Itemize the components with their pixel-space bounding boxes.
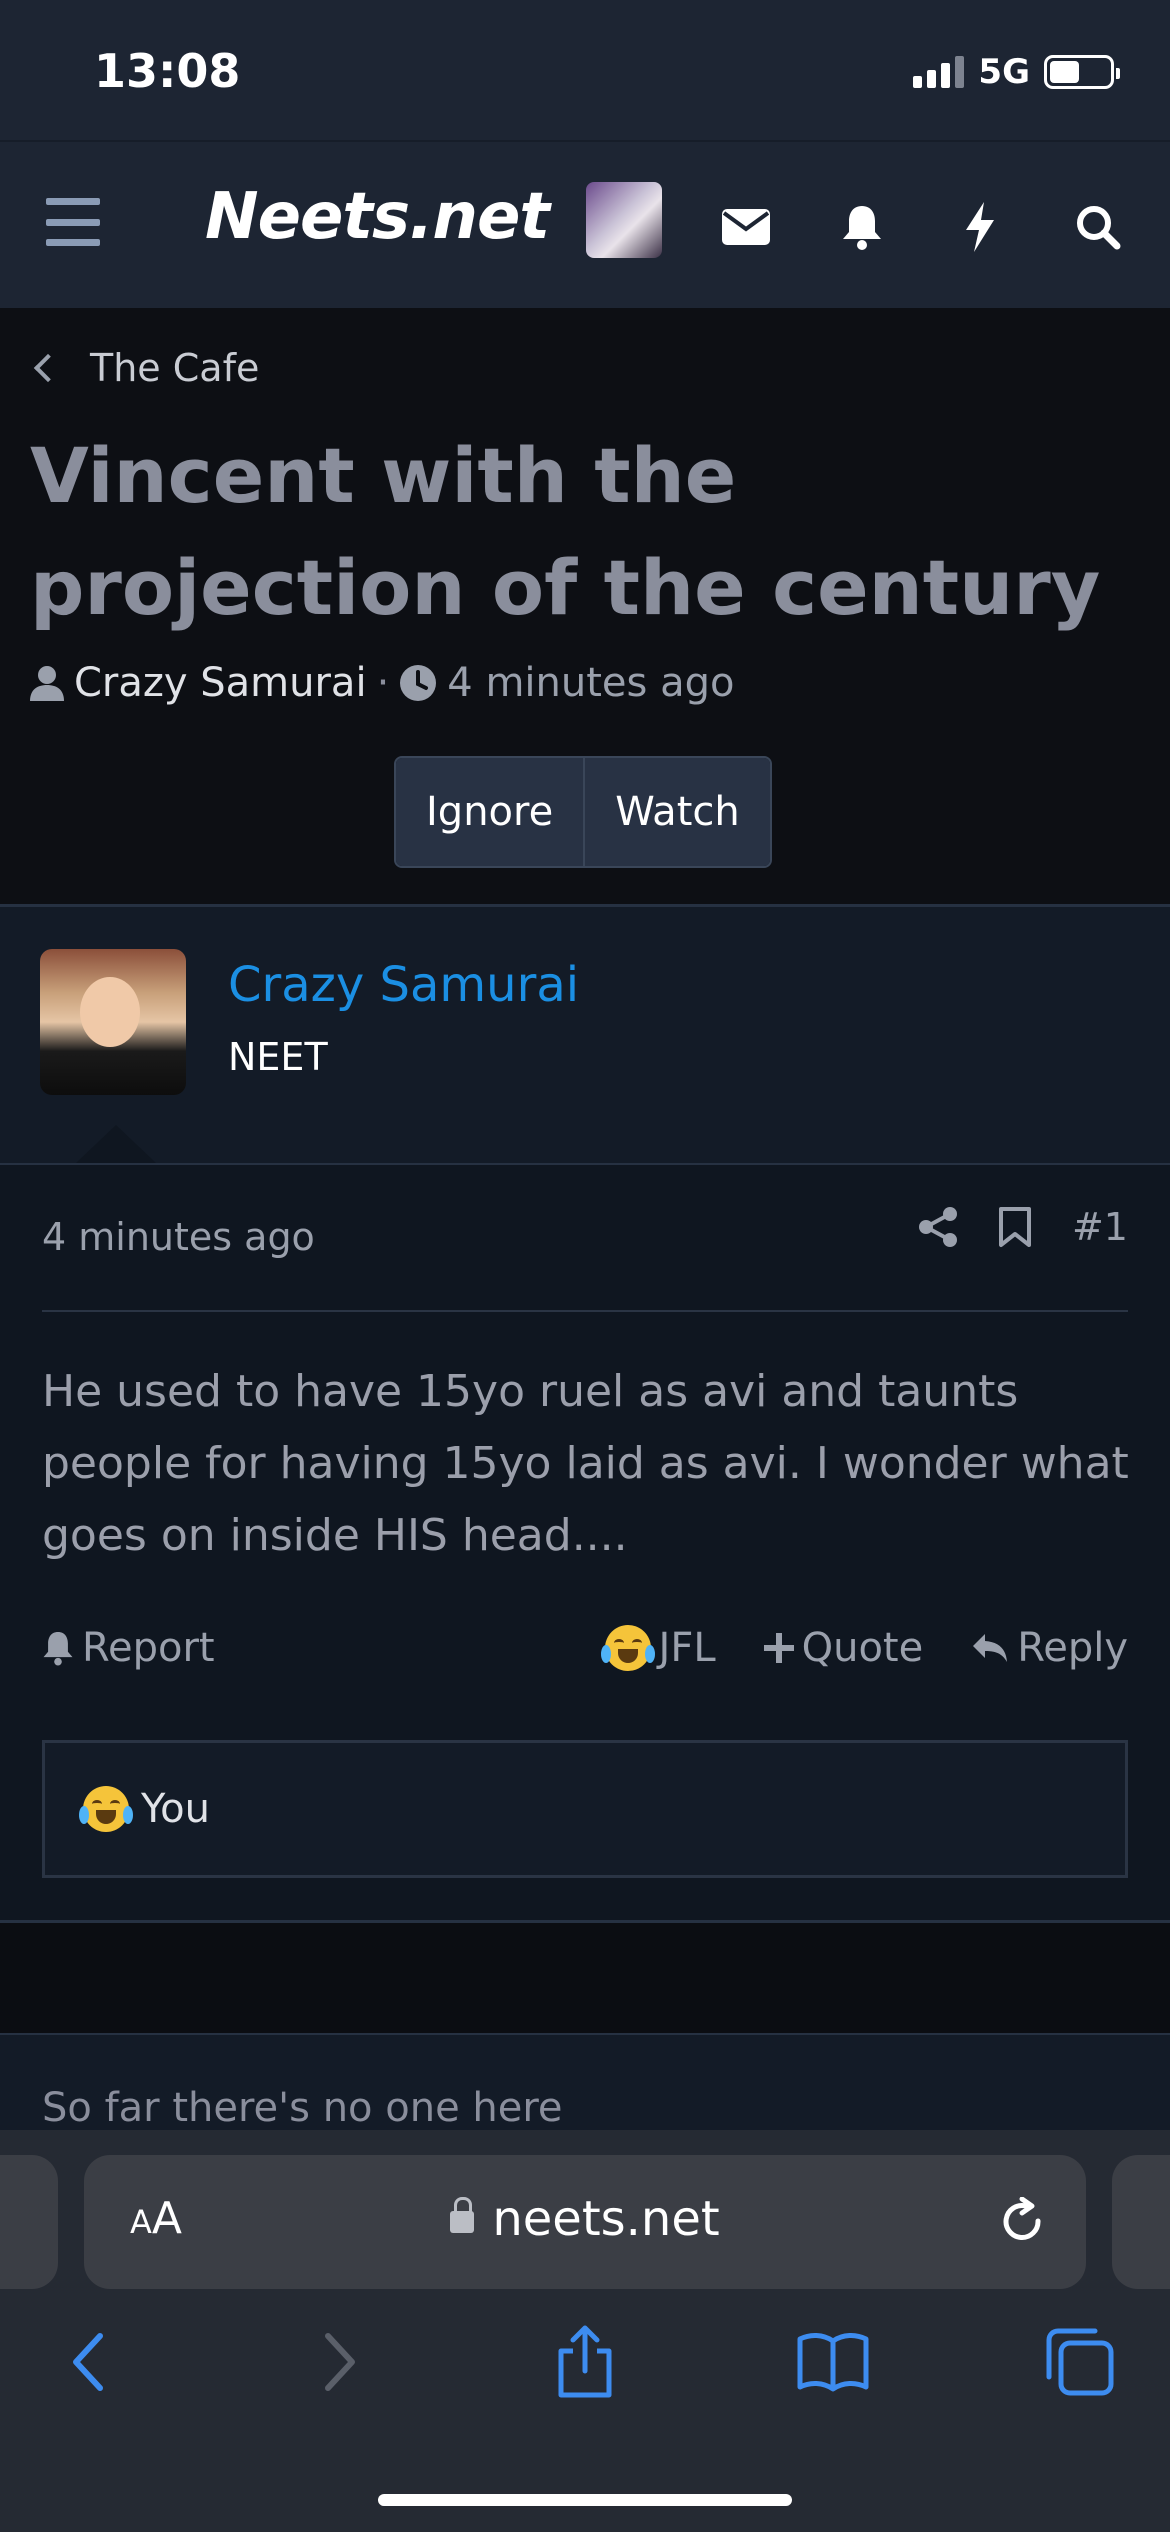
envelope-icon[interactable] — [716, 197, 776, 257]
reaction-users: You — [141, 1786, 210, 1832]
report-label: Report — [82, 1625, 215, 1671]
thread-author[interactable]: Crazy Samurai — [74, 660, 367, 706]
thread-meta: Crazy Samurai · 4 minutes ago — [30, 660, 734, 706]
forward-icon[interactable] — [300, 2322, 380, 2402]
reload-icon[interactable] — [1000, 2197, 1046, 2247]
back-icon[interactable] — [48, 2322, 128, 2402]
laughing-emoji-icon — [600, 1625, 655, 1671]
reaction-button[interactable]: JFL — [600, 1625, 716, 1671]
bell-icon — [43, 1632, 73, 1666]
bell-icon[interactable] — [832, 197, 892, 257]
plus-icon — [763, 1633, 794, 1663]
report-button[interactable]: Report — [42, 1625, 215, 1671]
site-logo[interactable]: Neets.net — [205, 180, 550, 254]
divider — [42, 1310, 1128, 1312]
post-content: He used to have 15yo ruel as avi and tau… — [42, 1366, 1129, 1561]
status-bar: 13:08 5G — [0, 0, 1170, 140]
bookmark-icon[interactable] — [998, 1206, 1032, 1248]
user-title: NEET — [228, 1035, 328, 1079]
next-tab[interactable] — [1112, 2155, 1170, 2289]
signal-icon — [913, 56, 965, 88]
user-avatar[interactable] — [586, 182, 662, 258]
post-arrow — [76, 1125, 156, 1163]
author-avatar[interactable] — [40, 949, 186, 1095]
menu-icon[interactable] — [46, 198, 100, 246]
network-label: 5G — [978, 52, 1030, 92]
quote-button[interactable]: Quote — [763, 1625, 924, 1671]
chevron-left-icon — [33, 353, 63, 383]
clock-icon — [400, 665, 437, 701]
watch-button[interactable]: Watch — [583, 758, 770, 866]
post-actions: Report JFL Quote Reply — [42, 1625, 1128, 1671]
breadcrumb-label[interactable]: The Cafe — [90, 346, 259, 390]
thread-actions: Ignore Watch — [394, 756, 772, 868]
home-indicator — [378, 2494, 792, 2506]
post-number[interactable]: #1 — [1072, 1205, 1128, 1249]
site-header: Neets.net — [0, 140, 1170, 308]
user-icon — [30, 666, 64, 701]
page-title: Vincent with the projection of the centu… — [30, 431, 1101, 632]
battery-icon — [1044, 55, 1120, 89]
reply-icon — [973, 1634, 1008, 1662]
reactions-bar[interactable]: You — [42, 1740, 1128, 1878]
post-header: Crazy Samurai NEET — [0, 907, 1170, 1163]
previous-tab[interactable] — [0, 2155, 58, 2289]
quote-label: Quote — [801, 1625, 924, 1671]
status-indicators: 5G — [913, 52, 1120, 92]
post-author[interactable]: Crazy Samurai — [228, 957, 579, 1013]
section-gap — [0, 1923, 1170, 2033]
search-icon[interactable] — [1068, 197, 1128, 257]
thread-time[interactable]: 4 minutes ago — [447, 660, 734, 706]
bookmarks-icon[interactable] — [793, 2322, 873, 2402]
url-text: neets.net — [84, 2191, 1086, 2247]
meta-separator: · — [376, 660, 390, 706]
post-time[interactable]: 4 minutes ago — [42, 1215, 315, 1259]
status-time: 13:08 — [94, 44, 241, 98]
reply-button[interactable]: Reply — [971, 1625, 1128, 1671]
lock-icon — [450, 2197, 475, 2233]
address-bar[interactable]: AA neets.net — [84, 2155, 1086, 2289]
reply-label: Reply — [1017, 1625, 1128, 1671]
empty-message: So far there's no one here — [42, 2085, 563, 2131]
tabs-icon[interactable] — [1040, 2322, 1120, 2402]
post-tools: #1 — [918, 1205, 1128, 1249]
share-icon[interactable] — [545, 2322, 625, 2402]
ignore-button[interactable]: Ignore — [396, 758, 584, 866]
share-icon[interactable] — [918, 1206, 958, 1248]
laughing-emoji-icon — [79, 1786, 133, 1832]
lightning-icon[interactable] — [950, 197, 1010, 257]
reaction-label: JFL — [658, 1625, 716, 1671]
breadcrumb[interactable]: The Cafe — [33, 346, 259, 390]
